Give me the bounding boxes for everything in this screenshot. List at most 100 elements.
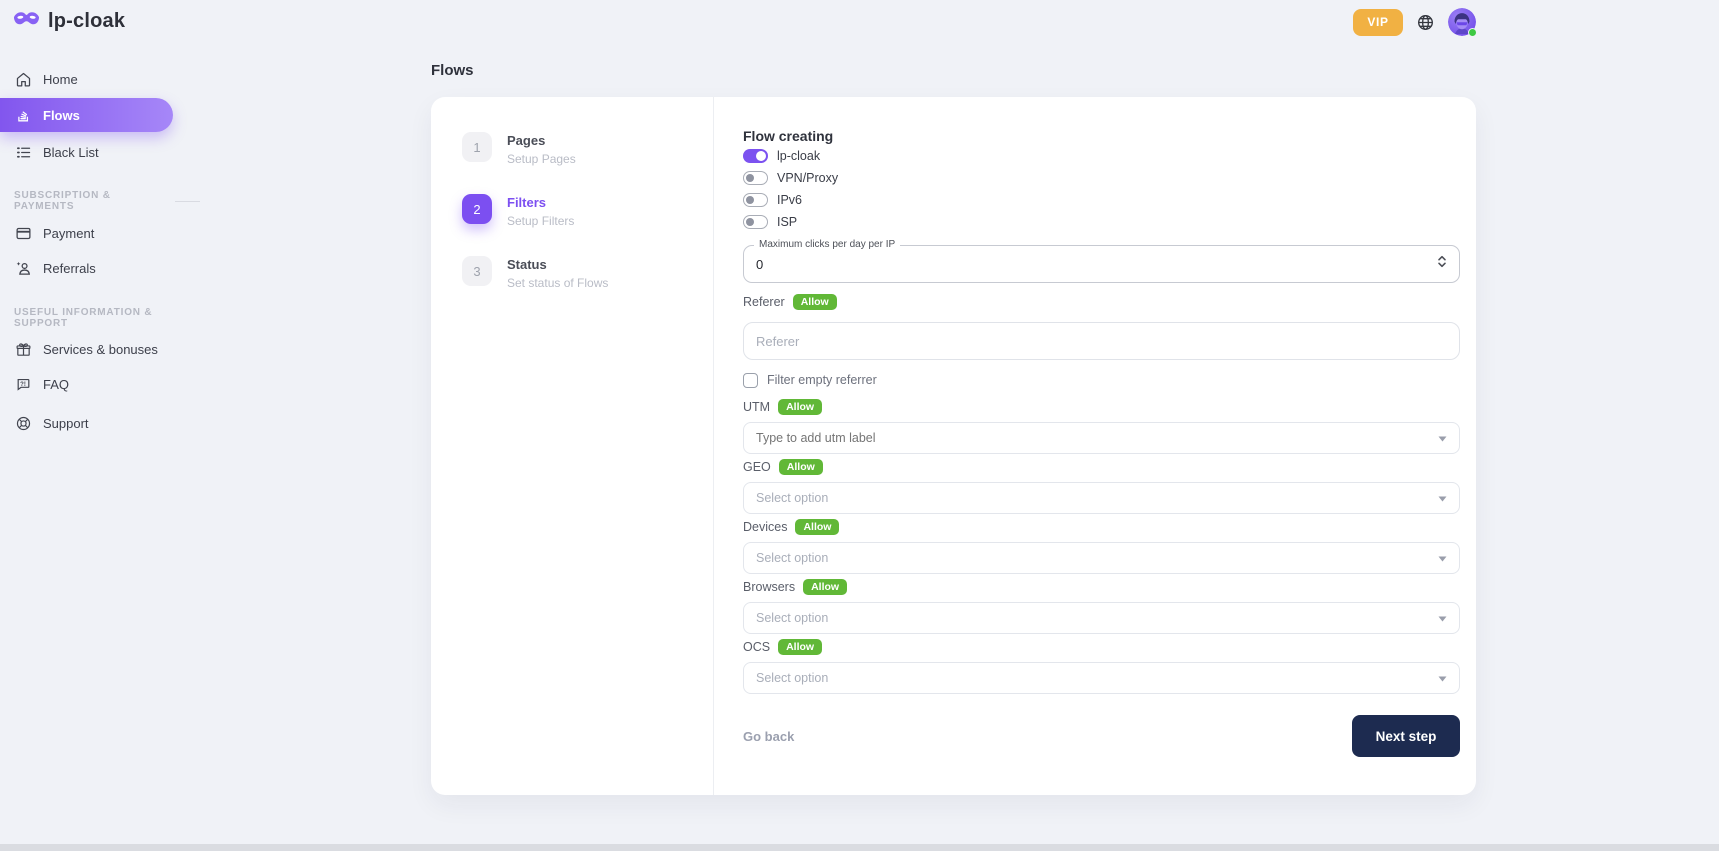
- select-placeholder: Select option: [756, 491, 828, 505]
- section-rule: [175, 201, 200, 202]
- home-icon: [14, 70, 32, 88]
- referer-allow-badge[interactable]: Allow: [793, 294, 837, 310]
- online-status-dot: [1468, 28, 1477, 37]
- step-title: Status: [507, 256, 608, 272]
- flow-card: 1 Pages Setup Pages 2 Filters Setup Filt…: [431, 97, 1476, 795]
- toggle-switch-off[interactable]: [743, 215, 768, 229]
- step-subtitle: Setup Filters: [507, 214, 574, 228]
- sidebar-item-support[interactable]: Support: [0, 406, 190, 440]
- ocs-label: OCS: [743, 640, 770, 654]
- step-filters[interactable]: 2 Filters Setup Filters: [462, 194, 574, 228]
- flow-creating-form: Flow creating lp-cloak VPN/Proxy IPv6 IS…: [743, 97, 1460, 757]
- blacklist-icon: [14, 143, 32, 161]
- sidebar-item-black-list[interactable]: Black List: [0, 135, 190, 169]
- sidebar-item-payment[interactable]: Payment: [0, 216, 190, 250]
- ocs-select[interactable]: Select option: [743, 662, 1460, 694]
- toggle-switch-off[interactable]: [743, 193, 768, 207]
- sidebar-section-header: SUBSCRIPTION & PAYMENTS: [14, 190, 200, 212]
- geo-label-row: GEO Allow: [743, 458, 1460, 476]
- ocs-label-row: OCS Allow: [743, 638, 1460, 656]
- geo-label: GEO: [743, 460, 771, 474]
- lifebuoy-icon: [14, 414, 32, 432]
- sidebar-item-label: Home: [43, 72, 78, 87]
- toggle-isp[interactable]: ISP: [743, 211, 1460, 233]
- toggle-lp-cloak[interactable]: lp-cloak: [743, 145, 1460, 167]
- sidebar-item-faq[interactable]: ?! FAQ: [0, 367, 190, 401]
- step-number: 3: [462, 256, 492, 286]
- gift-icon: [14, 340, 32, 358]
- sidebar-item-label: Flows: [43, 108, 80, 123]
- step-status[interactable]: 3 Status Set status of Flows: [462, 256, 608, 290]
- browsers-allow-badge[interactable]: Allow: [803, 579, 847, 595]
- globe-icon[interactable]: [1416, 13, 1435, 32]
- max-clicks-label: Maximum clicks per day per IP: [754, 239, 900, 250]
- flows-icon: [14, 106, 32, 124]
- ocs-allow-badge[interactable]: Allow: [778, 639, 822, 655]
- select-placeholder: Select option: [756, 671, 828, 685]
- form-footer: Go back Next step: [743, 715, 1460, 757]
- sidebar-item-label: Services & bonuses: [43, 342, 158, 357]
- toggle-label: ISP: [777, 215, 797, 229]
- geo-select[interactable]: Select option: [743, 482, 1460, 514]
- page-title: Flows: [431, 62, 474, 79]
- toggle-ipv6[interactable]: IPv6: [743, 189, 1460, 211]
- step-title: Pages: [507, 132, 576, 148]
- svg-text:?!: ?!: [20, 381, 26, 387]
- toggle-switch-off[interactable]: [743, 171, 768, 185]
- browsers-select[interactable]: Select option: [743, 602, 1460, 634]
- sidebar-item-services-bonuses[interactable]: Services & bonuses: [0, 332, 190, 366]
- sidebar-item-referrals[interactable]: Referrals: [0, 251, 190, 285]
- utm-label-row: UTM Allow: [743, 398, 1460, 416]
- utm-input-box[interactable]: [743, 422, 1460, 454]
- toggle-label: VPN/Proxy: [777, 171, 838, 185]
- app-root: lp-cloak VIP: [0, 0, 1719, 851]
- referer-label-row: Referer Allow: [743, 293, 1460, 311]
- devices-allow-badge[interactable]: Allow: [795, 519, 839, 535]
- sidebar-item-home[interactable]: Home: [0, 62, 190, 96]
- toggle-vpn-proxy[interactable]: VPN/Proxy: [743, 167, 1460, 189]
- geo-allow-badge[interactable]: Allow: [779, 459, 823, 475]
- browsers-label-row: Browsers Allow: [743, 578, 1460, 596]
- utm-input[interactable]: [756, 431, 1438, 445]
- vip-button[interactable]: VIP: [1353, 9, 1403, 36]
- devices-select[interactable]: Select option: [743, 542, 1460, 574]
- step-number: 2: [462, 194, 492, 224]
- chevron-down-icon: [1438, 489, 1447, 507]
- checkbox-label: Filter empty referrer: [767, 373, 877, 387]
- step-subtitle: Setup Pages: [507, 152, 576, 166]
- number-stepper-icon[interactable]: [1437, 255, 1447, 274]
- step-pages[interactable]: 1 Pages Setup Pages: [462, 132, 576, 166]
- max-clicks-input[interactable]: [744, 246, 1404, 282]
- browsers-label: Browsers: [743, 580, 795, 594]
- next-step-button[interactable]: Next step: [1352, 715, 1460, 757]
- toggle-label: IPv6: [777, 193, 802, 207]
- form-title: Flow creating: [743, 97, 1460, 145]
- step-title: Filters: [507, 194, 574, 210]
- referer-label: Referer: [743, 295, 785, 309]
- utm-label: UTM: [743, 400, 770, 414]
- sidebar-item-label: Payment: [43, 226, 94, 241]
- step-subtitle: Set status of Flows: [507, 276, 608, 290]
- chevron-down-icon: [1438, 549, 1447, 567]
- chevron-down-icon: [1438, 429, 1447, 447]
- max-clicks-field: Maximum clicks per day per IP: [743, 245, 1460, 283]
- chevron-down-icon: [1438, 609, 1447, 627]
- sidebar-item-flows[interactable]: Flows: [0, 98, 173, 132]
- select-placeholder: Select option: [756, 551, 828, 565]
- column-divider: [713, 97, 714, 795]
- go-back-button[interactable]: Go back: [743, 729, 794, 744]
- filter-empty-referrer-row[interactable]: Filter empty referrer: [743, 372, 1460, 388]
- avatar[interactable]: [1448, 8, 1476, 36]
- filter-empty-referrer-checkbox[interactable]: [743, 373, 758, 388]
- sidebar-section-header: USEFUL INFORMATION & SUPPORT: [14, 307, 200, 329]
- utm-allow-badge[interactable]: Allow: [778, 399, 822, 415]
- sidebar: Home Flows Black List: [0, 0, 200, 851]
- topbar-controls: VIP: [1353, 8, 1476, 36]
- select-placeholder: Select option: [756, 611, 828, 625]
- devices-label: Devices: [743, 520, 787, 534]
- sidebar-item-label: FAQ: [43, 377, 69, 392]
- toggle-switch-on[interactable]: [743, 149, 768, 163]
- referer-input[interactable]: [743, 322, 1460, 360]
- devices-label-row: Devices Allow: [743, 518, 1460, 536]
- credit-card-icon: [14, 224, 32, 242]
